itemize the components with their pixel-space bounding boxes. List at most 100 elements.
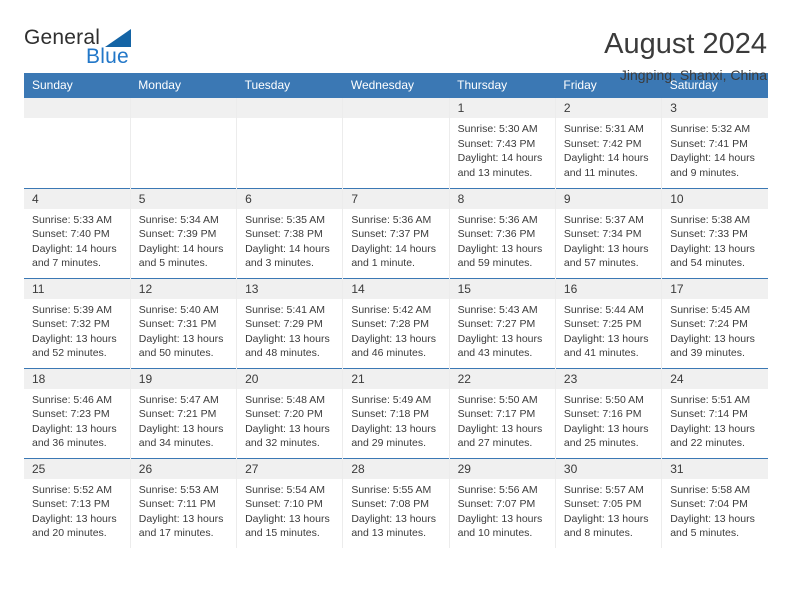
weekday-header-monday: Monday: [130, 73, 237, 98]
daylight-text: Daylight: 13 hours and 15 minutes.: [245, 512, 330, 540]
daylight-text: Daylight: 14 hours and 1 minute.: [351, 242, 436, 270]
sunrise-text: Sunrise: 5:37 AM: [563, 213, 644, 226]
sunrise-text: Sunrise: 5:31 AM: [563, 123, 644, 135]
calendar-day-cell[interactable]: 14 Sunrise: 5:42 AM Sunset: 7:28 PM Dayligh…: [342, 277, 450, 368]
calendar-day-cell[interactable]: 12 Sunrise: 5:40 AM Sunset: 7:31 PM Dayligh…: [129, 277, 237, 368]
sunset-text: Sunset: 7:13 PM: [32, 498, 110, 511]
sunrise-text: Sunrise: 5:46 AM: [32, 393, 112, 406]
daylight-text: Daylight: 13 hours and 41 minutes.: [563, 332, 649, 360]
weekday-header-tuesday: Tuesday: [236, 73, 343, 98]
calendar-day-cell[interactable]: 25 Sunrise: 5:52 AM Sunset: 7:13 PM Dayligh…: [24, 457, 131, 548]
sunrise-text: Sunrise: 5:50 AM: [457, 393, 538, 406]
calendar-day-cell[interactable]: 20 Sunrise: 5:48 AM Sunset: 7:20 PM Dayligh…: [236, 367, 343, 458]
calendar-day-cell[interactable]: 18 Sunrise: 5:46 AM Sunset: 7:23 PM Dayligh…: [24, 367, 131, 458]
calendar-day-cell[interactable]: 9 Sunrise: 5:37 AM Sunset: 7:34 PM Daylight…: [554, 187, 662, 278]
sunset-text: Sunset: 7:05 PM: [563, 498, 642, 511]
day-details: Sunrise: 5:51 AM Sunset: 7:14 PM Daylight:…: [662, 389, 768, 451]
day-details: Sunrise: 5:34 AM Sunset: 7:39 PM Daylight:…: [131, 209, 236, 271]
daylight-text: Daylight: 13 hours and 10 minutes.: [457, 512, 543, 540]
daylight-text: Daylight: 13 hours and 52 minutes.: [32, 332, 117, 360]
day-number: 17: [662, 278, 768, 299]
day-details: Sunrise: 5:30 AM Sunset: 7:43 PM Daylight:…: [450, 118, 555, 180]
calendar-day-cell[interactable]: 24 Sunrise: 5:51 AM Sunset: 7:14 PM Dayligh…: [661, 367, 768, 458]
daylight-text: Daylight: 13 hours and 59 minutes.: [457, 242, 543, 270]
calendar-day-cell[interactable]: 6 Sunrise: 5:35 AM Sunset: 7:38 PM Daylight…: [236, 187, 343, 278]
daylight-text: Daylight: 13 hours and 36 minutes.: [32, 422, 117, 450]
day-details: Sunrise: 5:42 AM Sunset: 7:28 PM Daylight:…: [343, 299, 448, 361]
day-details: Sunrise: 5:49 AM Sunset: 7:18 PM Daylight:…: [343, 389, 448, 451]
sunrise-text: Sunrise: 5:44 AM: [563, 303, 644, 316]
calendar-cell-empty: [342, 98, 450, 188]
sunset-text: Sunset: 7:11 PM: [138, 498, 216, 511]
day-number: 22: [449, 368, 555, 389]
calendar-day-cell[interactable]: 22 Sunrise: 5:50 AM Sunset: 7:17 PM Dayligh…: [448, 367, 556, 458]
sunrise-text: Sunrise: 5:50 AM: [563, 393, 644, 406]
sunrise-text: Sunrise: 5:55 AM: [351, 483, 432, 496]
calendar-day-cell[interactable]: 2 Sunrise: 5:31 AM Sunset: 7:42 PM Daylight…: [554, 98, 662, 188]
day-details: Sunrise: 5:55 AM Sunset: 7:08 PM Daylight:…: [343, 479, 448, 541]
day-details: Sunrise: 5:43 AM Sunset: 7:27 PM Daylight:…: [450, 299, 555, 361]
calendar-week-row: 18 Sunrise: 5:46 AM Sunset: 7:23 PM Dayligh…: [24, 367, 768, 458]
sunset-text: Sunset: 7:08 PM: [351, 498, 429, 511]
sunset-text: Sunset: 7:14 PM: [670, 408, 748, 421]
calendar-day-cell[interactable]: 11 Sunrise: 5:39 AM Sunset: 7:32 PM Dayligh…: [24, 277, 131, 368]
sunset-text: Sunset: 7:34 PM: [563, 228, 642, 241]
day-details: Sunrise: 5:54 AM Sunset: 7:10 PM Daylight:…: [237, 479, 342, 541]
sunrise-text: Sunrise: 5:42 AM: [351, 303, 432, 316]
sunrise-text: Sunrise: 5:33 AM: [32, 213, 112, 226]
sunrise-text: Sunrise: 5:41 AM: [245, 303, 326, 316]
calendar-day-cell[interactable]: 7 Sunrise: 5:36 AM Sunset: 7:37 PM Daylight…: [342, 187, 450, 278]
calendar-day-cell[interactable]: 8 Sunrise: 5:36 AM Sunset: 7:36 PM Daylight…: [448, 187, 556, 278]
calendar-body: 1 Sunrise: 5:30 AM Sunset: 7:43 PM Daylight…: [24, 98, 768, 548]
calendar-day-cell[interactable]: 17 Sunrise: 5:45 AM Sunset: 7:24 PM Dayligh…: [661, 277, 768, 368]
calendar-day-cell[interactable]: 3 Sunrise: 5:32 AM Sunset: 7:41 PM Daylight…: [661, 98, 768, 188]
day-details: Sunrise: 5:39 AM Sunset: 7:32 PM Daylight:…: [24, 299, 130, 361]
calendar-cell-empty: [236, 98, 343, 188]
daylight-text: Daylight: 13 hours and 54 minutes.: [670, 242, 755, 270]
day-number: [130, 98, 237, 118]
sunrise-text: Sunrise: 5:32 AM: [670, 123, 751, 135]
logo-text-blue: Blue: [86, 45, 129, 68]
sunset-text: Sunset: 7:28 PM: [351, 318, 429, 331]
calendar-day-cell[interactable]: 30 Sunrise: 5:57 AM Sunset: 7:05 PM Dayligh…: [554, 457, 662, 548]
day-number: 19: [130, 368, 237, 389]
daylight-text: Daylight: 13 hours and 34 minutes.: [138, 422, 224, 450]
daylight-text: Daylight: 13 hours and 8 minutes.: [563, 512, 649, 540]
calendar-day-cell[interactable]: 1 Sunrise: 5:30 AM Sunset: 7:43 PM Daylight…: [448, 98, 556, 188]
daylight-text: Daylight: 14 hours and 13 minutes.: [457, 152, 543, 179]
calendar-day-cell[interactable]: 21 Sunrise: 5:49 AM Sunset: 7:18 PM Dayligh…: [342, 367, 450, 458]
calendar-day-cell[interactable]: 26 Sunrise: 5:53 AM Sunset: 7:11 PM Dayligh…: [129, 457, 237, 548]
calendar-day-cell[interactable]: 28 Sunrise: 5:55 AM Sunset: 7:08 PM Dayligh…: [342, 457, 450, 548]
sunset-text: Sunset: 7:23 PM: [32, 408, 110, 421]
calendar-day-cell[interactable]: 10 Sunrise: 5:38 AM Sunset: 7:33 PM Dayligh…: [661, 187, 768, 278]
sunset-text: Sunset: 7:25 PM: [563, 318, 642, 331]
sunrise-text: Sunrise: 5:53 AM: [138, 483, 219, 496]
day-number: 23: [555, 368, 662, 389]
calendar-day-cell[interactable]: 5 Sunrise: 5:34 AM Sunset: 7:39 PM Daylight…: [129, 187, 237, 278]
day-number: 13: [237, 278, 343, 299]
calendar-day-cell[interactable]: 19 Sunrise: 5:47 AM Sunset: 7:21 PM Dayligh…: [129, 367, 237, 458]
calendar-day-cell[interactable]: 16 Sunrise: 5:44 AM Sunset: 7:25 PM Dayligh…: [554, 277, 662, 368]
sunrise-text: Sunrise: 5:57 AM: [563, 483, 644, 496]
calendar-day-cell[interactable]: 31 Sunrise: 5:58 AM Sunset: 7:04 PM Dayligh…: [661, 457, 768, 548]
calendar-day-cell[interactable]: 27 Sunrise: 5:54 AM Sunset: 7:10 PM Dayligh…: [236, 457, 343, 548]
daylight-text: Daylight: 13 hours and 13 minutes.: [351, 512, 436, 540]
day-details: Sunrise: 5:35 AM Sunset: 7:38 PM Daylight:…: [237, 209, 342, 271]
calendar-day-cell[interactable]: 29 Sunrise: 5:56 AM Sunset: 7:07 PM Dayligh…: [448, 457, 556, 548]
calendar-day-cell[interactable]: 4 Sunrise: 5:33 AM Sunset: 7:40 PM Daylight…: [24, 187, 131, 278]
sunrise-text: Sunrise: 5:40 AM: [138, 303, 219, 316]
daylight-text: Daylight: 13 hours and 32 minutes.: [245, 422, 330, 450]
sunset-text: Sunset: 7:18 PM: [351, 408, 429, 421]
sunrise-text: Sunrise: 5:43 AM: [457, 303, 538, 316]
day-details: Sunrise: 5:58 AM Sunset: 7:04 PM Daylight:…: [662, 479, 768, 541]
general-blue-logo[interactable]: General Blue: [24, 27, 164, 75]
day-details: Sunrise: 5:44 AM Sunset: 7:25 PM Daylight:…: [556, 299, 661, 361]
day-number: 10: [662, 188, 768, 209]
calendar-day-cell[interactable]: 23 Sunrise: 5:50 AM Sunset: 7:16 PM Dayligh…: [554, 367, 662, 458]
daylight-text: Daylight: 14 hours and 11 minutes.: [563, 152, 649, 179]
calendar-day-cell[interactable]: 13 Sunrise: 5:41 AM Sunset: 7:29 PM Dayligh…: [236, 277, 343, 368]
day-details: Sunrise: 5:40 AM Sunset: 7:31 PM Daylight:…: [131, 299, 236, 361]
calendar-day-cell[interactable]: 15 Sunrise: 5:43 AM Sunset: 7:27 PM Dayligh…: [448, 277, 556, 368]
day-details: Sunrise: 5:52 AM Sunset: 7:13 PM Daylight:…: [24, 479, 130, 541]
day-number: 26: [130, 458, 237, 479]
